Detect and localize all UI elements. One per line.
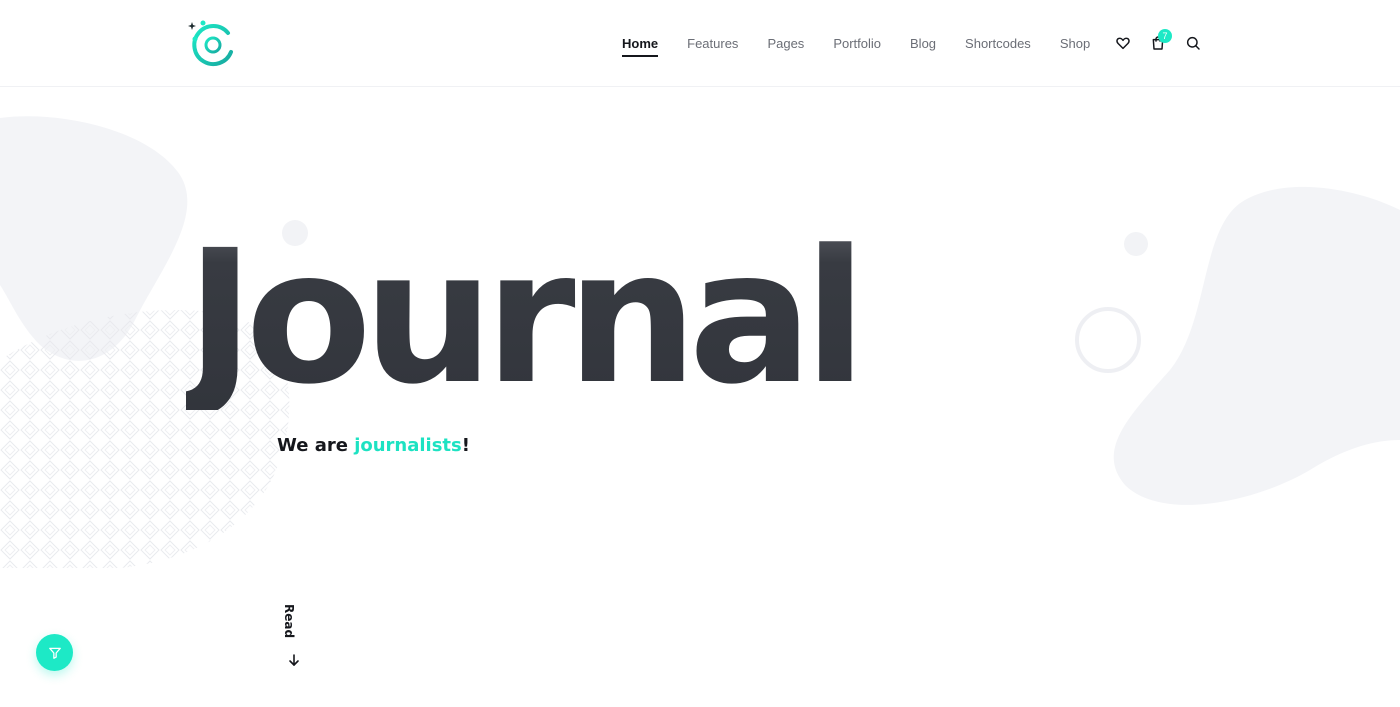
nav-item-features[interactable]: Features xyxy=(687,0,738,87)
hero-subtitle-prefix: We are xyxy=(277,435,355,456)
filter-funnel-icon xyxy=(48,647,61,659)
search-button[interactable] xyxy=(1183,33,1203,53)
main-nav: Home Features Pages Portfolio Blog Short… xyxy=(622,0,1090,87)
right-blob-shape xyxy=(1113,186,1400,505)
hero-subtitle-accent: journalists xyxy=(354,435,462,456)
page: Home Features Pages Portfolio Blog Short… xyxy=(0,0,1400,707)
wishlist-button[interactable] xyxy=(1113,33,1133,53)
filter-button[interactable] xyxy=(36,634,73,671)
hero-subtitle-suffix: ! xyxy=(461,435,470,456)
cart-count-badge: 7 xyxy=(1158,29,1172,43)
hero-subtitle: We are journalists! xyxy=(277,435,470,456)
site-logo[interactable] xyxy=(186,19,238,69)
nav-item-portfolio[interactable]: Portfolio xyxy=(833,0,881,87)
nav-item-shop[interactable]: Shop xyxy=(1060,0,1090,87)
decor-ring xyxy=(1075,307,1141,373)
nav-item-blog[interactable]: Blog xyxy=(910,0,936,87)
read-more-label[interactable]: Read xyxy=(282,604,296,638)
hero-title: Journal xyxy=(186,211,867,425)
g-circuit-logo-icon xyxy=(188,20,233,66)
nav-item-pages[interactable]: Pages xyxy=(767,0,804,87)
site-header: Home Features Pages Portfolio Blog Short… xyxy=(0,0,1400,87)
arrow-down-icon[interactable] xyxy=(287,653,301,667)
search-icon xyxy=(1186,36,1200,50)
nav-item-home[interactable]: Home xyxy=(622,0,659,87)
heart-icon xyxy=(1116,37,1130,50)
decor-dot-right xyxy=(1124,232,1148,256)
nav-item-shortcodes[interactable]: Shortcodes xyxy=(965,0,1031,87)
